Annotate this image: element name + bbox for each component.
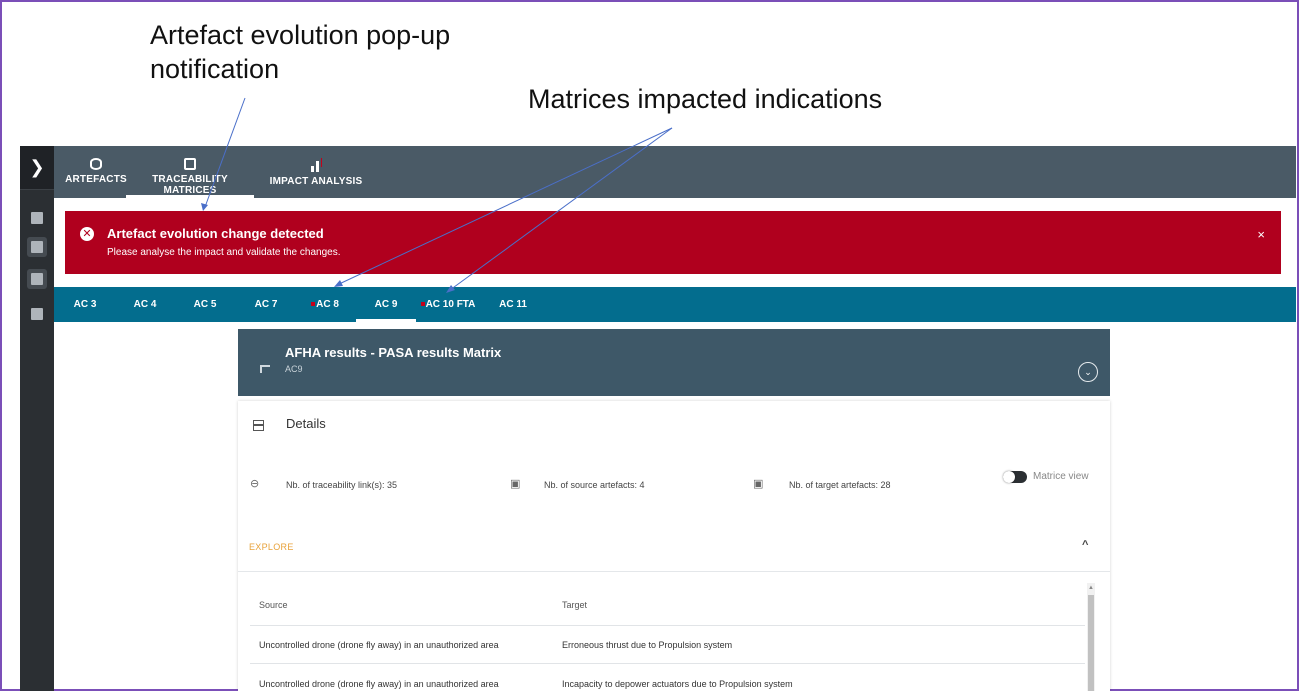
link-icon: ⊖ xyxy=(250,478,260,490)
left-sidebar: ❯ xyxy=(20,146,54,691)
tab-label: AC 9 xyxy=(374,299,398,310)
app-logo[interactable]: ❯ xyxy=(20,146,54,190)
source-count: Nb. of source artefacts: 4 xyxy=(544,480,645,490)
tab-ac-5[interactable]: AC 5 xyxy=(188,287,222,322)
table-icon xyxy=(253,420,264,431)
tab-label: AC 11 xyxy=(499,299,527,310)
tab-label: AC 8 xyxy=(316,299,339,310)
tab-label: AC 3 xyxy=(73,299,97,310)
tab-ac-7[interactable]: AC 7 xyxy=(249,287,283,322)
tab-ac-9[interactable]: AC 9 xyxy=(356,287,416,322)
monitor-icon[interactable] xyxy=(27,269,47,289)
tab-ac-4[interactable]: AC 4 xyxy=(128,287,162,322)
target-file-icon: ▣ xyxy=(753,478,764,490)
column-header-target: Target xyxy=(562,600,588,610)
tab-traceability-matrices[interactable]: TRACEABILITY MATRICES xyxy=(126,146,254,198)
tab-ac-8[interactable]: AC 8 xyxy=(306,287,344,322)
divider xyxy=(250,663,1085,664)
database-icon xyxy=(90,158,102,170)
toggle-label: Matrice view xyxy=(1033,471,1089,482)
tab-label: AC 5 xyxy=(193,299,217,310)
ac-tab-bar: AC 3 AC 4 AC 5 AC 7 AC 8 AC 9 AC 10 FTA … xyxy=(54,287,1296,322)
tab-ac-11[interactable]: AC 11 xyxy=(496,287,530,322)
explore-heading[interactable]: EXPLORE xyxy=(249,542,294,552)
matrix-icon xyxy=(184,158,196,170)
scrollbar-thumb[interactable] xyxy=(1088,595,1094,691)
matrix-card-header[interactable]: AFHA results - PASA results Matrix AC9 ⌄ xyxy=(238,329,1110,396)
alert-message: Please analyse the impact and validate t… xyxy=(107,247,341,258)
dashboard-icon[interactable] xyxy=(27,208,47,228)
popup-callout: Artefact evolution pop-up notification xyxy=(150,20,451,84)
error-icon: ✕ xyxy=(80,227,94,241)
report-settings-icon[interactable] xyxy=(27,304,47,324)
artefact-evolution-alert: ✕ Artefact evolution change detected Ple… xyxy=(65,211,1281,274)
target-count: Nb. of target artefacts: 28 xyxy=(789,480,891,490)
source-file-icon: ▣ xyxy=(510,478,521,490)
tab-artefacts[interactable]: ARTEFACTS xyxy=(64,146,128,198)
links-count: Nb. of traceability link(s): 35 xyxy=(286,480,398,490)
tab-label: AC 4 xyxy=(133,299,157,310)
close-icon[interactable]: × xyxy=(1257,227,1265,242)
divider xyxy=(250,625,1085,626)
matrix-subtitle: AC9 xyxy=(285,364,303,374)
tab-label: AC 10 FTA xyxy=(425,299,476,310)
tab-label: ARTEFACTS xyxy=(65,174,127,185)
table-cell-target[interactable]: Erroneous thrust due to Propulsion syste… xyxy=(562,640,732,650)
tab-impact-analysis[interactable]: IMPACT ANALYSIS xyxy=(266,146,366,198)
divider xyxy=(238,571,1110,572)
chart-icon xyxy=(309,158,323,172)
chevron-up-icon[interactable]: ^ xyxy=(1082,539,1088,551)
matrices-callout: Matrices impacted indications xyxy=(528,84,883,114)
matrix-title: AFHA results - PASA results Matrix xyxy=(285,345,502,360)
matrice-view-toggle[interactable] xyxy=(1003,471,1027,483)
flow-icon xyxy=(260,365,270,373)
column-header-source: Source xyxy=(259,600,288,610)
tab-ac-3[interactable]: AC 3 xyxy=(68,287,102,322)
impact-indicator xyxy=(420,302,425,307)
scroll-up-icon[interactable]: ▲ xyxy=(1088,585,1094,591)
tab-label: IMPACT ANALYSIS xyxy=(269,176,363,187)
table-cell-source[interactable]: Uncontrolled drone (drone fly away) in a… xyxy=(259,640,499,650)
tab-label: AC 7 xyxy=(254,299,278,310)
alert-title: Artefact evolution change detected xyxy=(107,226,324,241)
chevron-down-icon[interactable]: ⌄ xyxy=(1078,362,1098,382)
impact-indicator xyxy=(311,302,316,307)
tab-label: TRACEABILITY MATRICES xyxy=(152,174,228,196)
top-navigation: ARTEFACTS TRACEABILITY MATRICES IMPACT A… xyxy=(54,146,1296,198)
details-title: Details xyxy=(286,416,326,431)
table-cell-target[interactable]: Incapacity to depower actuators due to P… xyxy=(562,679,793,689)
table-cell-source[interactable]: Uncontrolled drone (drone fly away) in a… xyxy=(259,679,499,689)
logo-icon: ❯ xyxy=(29,157,45,178)
tab-ac-10-fta[interactable]: AC 10 FTA xyxy=(420,287,476,322)
table-scrollbar[interactable]: ▲ xyxy=(1087,583,1095,691)
matrix-details-card: Details ⊖ Nb. of traceability link(s): 3… xyxy=(238,401,1110,691)
database-settings-icon[interactable] xyxy=(27,237,47,257)
